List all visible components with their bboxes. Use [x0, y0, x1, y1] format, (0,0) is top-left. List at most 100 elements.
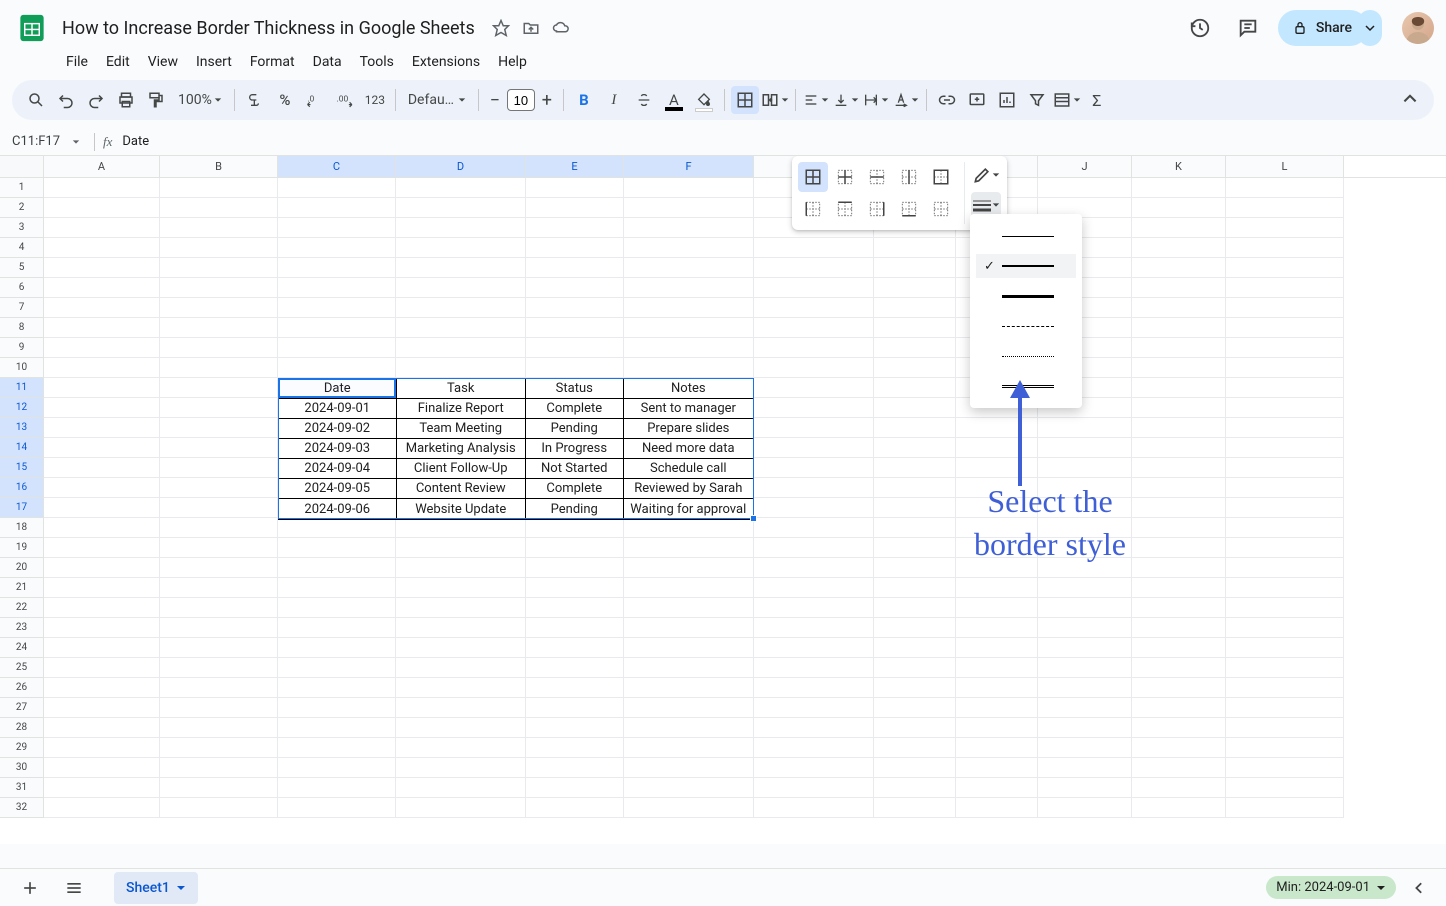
cell[interactable] — [44, 318, 160, 338]
table-header-cell[interactable]: Status — [526, 379, 624, 399]
cell[interactable] — [44, 518, 160, 538]
cell[interactable] — [1038, 618, 1132, 638]
col-header-E[interactable]: E — [526, 156, 624, 177]
cell[interactable] — [278, 758, 396, 778]
border-horizontal-icon[interactable] — [862, 162, 892, 192]
row-header-9[interactable]: 9 — [0, 338, 44, 358]
row-header-28[interactable]: 28 — [0, 718, 44, 738]
cell[interactable] — [526, 558, 624, 578]
cell[interactable] — [396, 558, 526, 578]
row-header-15[interactable]: 15 — [0, 458, 44, 478]
cell[interactable] — [1226, 378, 1344, 398]
cell[interactable] — [396, 638, 526, 658]
cell[interactable] — [396, 198, 526, 218]
insert-chart-icon[interactable] — [993, 86, 1021, 114]
cell[interactable] — [754, 638, 874, 658]
cloud-status-icon[interactable] — [551, 18, 571, 38]
cell[interactable] — [160, 758, 278, 778]
cell[interactable] — [1132, 318, 1226, 338]
cell[interactable] — [396, 738, 526, 758]
cell[interactable] — [624, 758, 754, 778]
cell[interactable] — [1132, 418, 1226, 438]
cell[interactable] — [1226, 518, 1344, 538]
cell[interactable] — [44, 278, 160, 298]
cell[interactable] — [278, 578, 396, 598]
cell[interactable] — [396, 758, 526, 778]
cell[interactable] — [526, 278, 624, 298]
cell[interactable] — [160, 258, 278, 278]
table-cell[interactable]: 2024-09-02 — [279, 419, 397, 439]
cell[interactable] — [396, 798, 526, 818]
row-header-6[interactable]: 6 — [0, 278, 44, 298]
redo-icon[interactable] — [82, 86, 110, 114]
menu-data[interactable]: Data — [305, 50, 350, 74]
cell[interactable] — [44, 798, 160, 818]
horizontal-align-icon[interactable] — [802, 86, 830, 114]
text-rotation-icon[interactable] — [892, 86, 920, 114]
col-header-L[interactable]: L — [1226, 156, 1344, 177]
cell[interactable] — [44, 578, 160, 598]
cell[interactable] — [754, 358, 874, 378]
row-header-12[interactable]: 12 — [0, 398, 44, 418]
cell[interactable] — [874, 598, 956, 618]
cell[interactable] — [956, 618, 1038, 638]
cell[interactable] — [1226, 258, 1344, 278]
cell[interactable] — [160, 458, 278, 478]
cell[interactable] — [754, 318, 874, 338]
cell[interactable] — [624, 718, 754, 738]
paint-format-icon[interactable] — [142, 86, 170, 114]
cell[interactable] — [956, 638, 1038, 658]
cell[interactable] — [1038, 698, 1132, 718]
cell[interactable] — [754, 438, 874, 458]
cell[interactable] — [754, 618, 874, 638]
border-style-thick[interactable] — [976, 284, 1076, 308]
cell[interactable] — [874, 258, 956, 278]
cell[interactable] — [44, 698, 160, 718]
cell[interactable] — [1226, 498, 1344, 518]
print-icon[interactable] — [112, 86, 140, 114]
cell[interactable] — [1038, 598, 1132, 618]
cell[interactable] — [1226, 178, 1344, 198]
border-bottom-icon[interactable] — [894, 194, 924, 224]
row-header-13[interactable]: 13 — [0, 418, 44, 438]
cell[interactable] — [278, 698, 396, 718]
zoom-dropdown[interactable]: 100% — [172, 86, 228, 114]
row-header-30[interactable]: 30 — [0, 758, 44, 778]
star-icon[interactable] — [491, 18, 511, 38]
cell[interactable] — [278, 318, 396, 338]
sheets-app-icon[interactable] — [12, 8, 52, 48]
row-header-24[interactable]: 24 — [0, 638, 44, 658]
cell[interactable] — [160, 198, 278, 218]
cell[interactable] — [526, 218, 624, 238]
table-cell[interactable]: Schedule call — [624, 459, 753, 479]
currency-icon[interactable] — [241, 86, 269, 114]
row-header-3[interactable]: 3 — [0, 218, 44, 238]
border-style-dotted[interactable] — [976, 344, 1076, 368]
cell[interactable] — [874, 778, 956, 798]
cell[interactable] — [1226, 478, 1344, 498]
cell[interactable] — [624, 558, 754, 578]
functions-icon[interactable]: Σ — [1083, 86, 1111, 114]
cell[interactable] — [874, 318, 956, 338]
cell[interactable] — [624, 258, 754, 278]
row-header-31[interactable]: 31 — [0, 778, 44, 798]
cell[interactable] — [956, 778, 1038, 798]
cell[interactable] — [44, 358, 160, 378]
bold-icon[interactable]: B — [570, 86, 598, 114]
cell[interactable] — [874, 578, 956, 598]
format-123-icon[interactable]: 123 — [361, 86, 389, 114]
cell[interactable] — [160, 618, 278, 638]
selection-handle[interactable] — [750, 515, 757, 522]
table-cell[interactable]: Waiting for approval — [624, 499, 753, 519]
cell[interactable] — [874, 418, 956, 438]
cell[interactable] — [1226, 578, 1344, 598]
cell[interactable] — [396, 778, 526, 798]
cell[interactable] — [278, 778, 396, 798]
cell[interactable] — [160, 638, 278, 658]
cell[interactable] — [874, 358, 956, 378]
menu-view[interactable]: View — [140, 50, 186, 74]
row-header-7[interactable]: 7 — [0, 298, 44, 318]
cell[interactable] — [624, 318, 754, 338]
cell[interactable] — [44, 598, 160, 618]
cell[interactable] — [396, 338, 526, 358]
